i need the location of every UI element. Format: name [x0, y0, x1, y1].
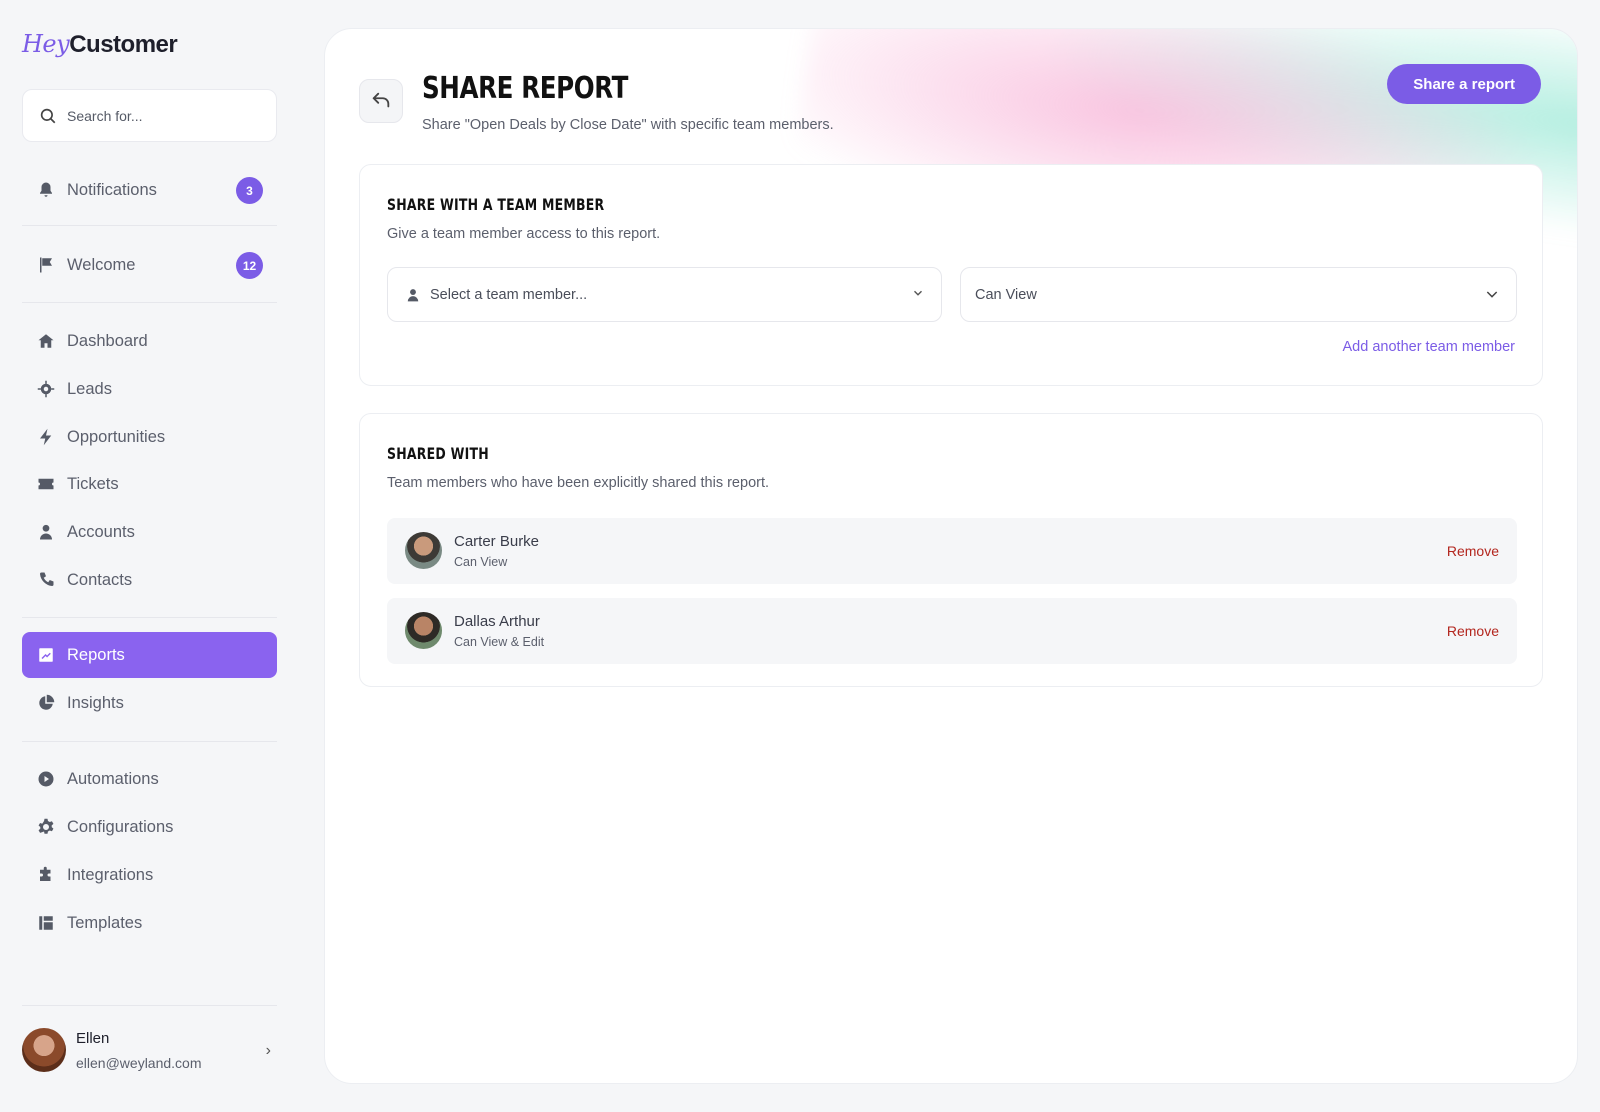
target-icon	[36, 379, 56, 399]
sidebar-item-label: Automations	[67, 769, 159, 788]
member-role: Can View	[454, 555, 508, 569]
sidebar-item-tickets[interactable]: Tickets	[22, 461, 277, 507]
bell-icon	[36, 180, 56, 200]
welcome-badge: 12	[236, 252, 263, 279]
sidebar-item-label: Insights	[67, 693, 124, 712]
sidebar-item-label: Opportunities	[67, 427, 166, 446]
user-email: ellen@weyland.com	[76, 1054, 202, 1071]
permission-select[interactable]: Can View	[960, 267, 1517, 322]
sidebar-item-label: Configurations	[67, 817, 174, 836]
sidebar-item-integrations[interactable]: Integrations	[22, 852, 277, 898]
divider	[22, 1005, 277, 1006]
chart-icon	[36, 645, 56, 665]
logo[interactable]: Hey Customer	[22, 30, 178, 59]
sidebar-item-label: Dashboard	[67, 331, 148, 350]
divider	[22, 741, 277, 742]
shared-panel-description: Team members who have been explicitly sh…	[387, 475, 770, 491]
shared-panel-title: SHARED WITH	[387, 444, 489, 463]
sidebar-item-label: Tickets	[67, 474, 119, 493]
divider	[22, 302, 277, 303]
ticket-icon	[36, 474, 56, 494]
share-panel-description: Give a team member access to this report…	[387, 226, 661, 242]
template-icon	[36, 913, 56, 933]
sidebar-item-opportunities[interactable]: Opportunities	[22, 414, 277, 460]
back-arrow-icon	[372, 92, 390, 108]
chevron-down-icon	[1486, 291, 1498, 298]
divider	[22, 225, 277, 226]
gear-icon	[36, 817, 56, 837]
sidebar-item-label: Accounts	[67, 522, 135, 541]
home-icon	[36, 331, 56, 351]
logo-name: Customer	[69, 31, 178, 58]
member-role: Can View & Edit	[454, 635, 545, 649]
flag-icon	[36, 255, 56, 275]
back-button[interactable]	[359, 79, 403, 123]
puzzle-icon	[36, 865, 56, 885]
sidebar-item-dashboard[interactable]: Dashboard	[22, 318, 277, 364]
sidebar-item-reports[interactable]: Reports	[22, 632, 277, 678]
remove-button[interactable]: Remove	[1447, 623, 1499, 639]
search-input[interactable]	[67, 107, 257, 124]
sidebar: HeyCustomer Notifications 3 Welcome 12 D…	[0, 0, 300, 1112]
sidebar-item-leads[interactable]: Leads	[22, 366, 277, 412]
user-icon	[407, 288, 419, 301]
notification-badge: 3	[236, 177, 263, 204]
shared-with-panel: SHARED WITH Team members who have been e…	[359, 413, 1543, 687]
page-subtitle: Share "Open Deals by Close Date" with sp…	[422, 117, 834, 133]
share-report-button[interactable]: Share a report	[1387, 64, 1541, 104]
sidebar-item-contacts[interactable]: Contacts	[22, 557, 277, 603]
user-name: Ellen	[76, 1029, 110, 1047]
member-name: Carter Burke	[454, 533, 540, 550]
sidebar-item-configurations[interactable]: Configurations	[22, 804, 277, 850]
sidebar-item-label: Leads	[67, 379, 112, 398]
share-panel: SHARE WITH A TEAM MEMBER Give a team mem…	[359, 164, 1543, 386]
main-content: SHARE REPORT Share "Open Deals by Close …	[324, 28, 1578, 1084]
shared-member-row: Dallas Arthur Can View & Edit Remove	[387, 598, 1517, 664]
team-member-select[interactable]: Select a team member...	[387, 267, 942, 322]
add-team-member-link[interactable]: Add another team member	[1343, 339, 1515, 355]
sidebar-item-label: Welcome	[67, 255, 136, 274]
sidebar-item-welcome[interactable]: Welcome 12	[22, 242, 277, 288]
divider	[22, 617, 277, 618]
sidebar-item-label: Notifications	[67, 180, 157, 199]
avatar	[22, 1028, 66, 1072]
sidebar-item-insights[interactable]: Insights	[22, 680, 277, 726]
search-box[interactable]	[22, 89, 277, 142]
member-name: Dallas Arthur	[454, 613, 540, 630]
play-icon	[36, 769, 56, 789]
user-profile[interactable]: Ellen ellen@weyland.com ›	[22, 1026, 277, 1074]
sidebar-item-templates[interactable]: Templates	[22, 900, 277, 946]
page-title: SHARE REPORT	[422, 71, 629, 106]
pie-icon	[36, 693, 56, 713]
sidebar-item-label: Integrations	[67, 865, 154, 884]
shared-member-row: Carter Burke Can View Remove	[387, 518, 1517, 584]
chevron-right-icon[interactable]: ›	[266, 1042, 271, 1060]
remove-button[interactable]: Remove	[1447, 543, 1499, 559]
phone-icon	[36, 570, 56, 590]
avatar	[405, 532, 442, 569]
sidebar-item-automations[interactable]: Automations	[22, 756, 277, 802]
sidebar-item-accounts[interactable]: Accounts	[22, 509, 277, 555]
logo-prefix: Hey	[22, 30, 70, 58]
team-member-placeholder: Select a team member...	[430, 286, 588, 303]
sidebar-item-label: Reports	[67, 645, 125, 664]
search-icon	[40, 108, 56, 123]
sidebar-item-notifications[interactable]: Notifications 3	[22, 167, 277, 213]
share-panel-title: SHARE WITH A TEAM MEMBER	[387, 195, 605, 214]
bolt-icon	[36, 427, 56, 447]
chevron-down-icon	[914, 290, 922, 296]
sidebar-item-label: Contacts	[67, 570, 133, 589]
sidebar-item-label: Templates	[67, 913, 143, 932]
avatar	[405, 612, 442, 649]
permission-value: Can View	[975, 286, 1037, 303]
user-icon	[36, 522, 56, 542]
